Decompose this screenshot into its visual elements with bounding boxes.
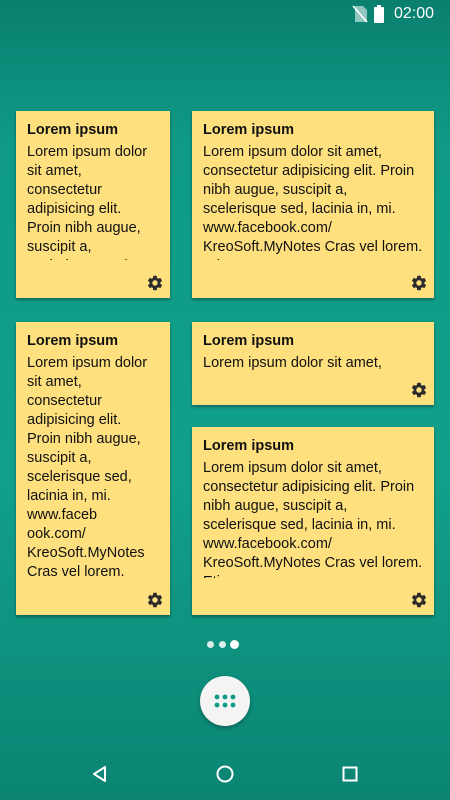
note-title: Lorem ipsum (27, 333, 119, 349)
recents-square-icon[interactable] (340, 764, 360, 784)
note-widget[interactable]: Lorem ipsum Lorem ipsum dolor sit amet, … (192, 111, 434, 298)
note-title: Lorem ipsum (203, 333, 295, 349)
page-dot (219, 641, 226, 648)
note-widget[interactable]: Lorem ipsum Lorem ipsum dolor sit amet, … (16, 322, 170, 615)
note-widget[interactable]: Lorem ipsum Lorem ipsum dolor sit amet, (192, 322, 434, 405)
gear-icon[interactable] (410, 591, 428, 609)
gear-icon[interactable] (410, 274, 428, 292)
note-title: Lorem ipsum (203, 122, 295, 138)
grid-dots-icon (214, 694, 236, 708)
note-body: Lorem ipsum dolor sit amet, consectetur … (203, 460, 423, 578)
gear-icon[interactable] (146, 274, 164, 292)
note-body: Lorem ipsum dolor sit amet, consectetur … (203, 144, 423, 260)
note-widget[interactable]: Lorem ipsum Lorem ipsum dolor sit amet, … (192, 427, 434, 615)
page-dot-active (230, 640, 239, 649)
home-circle-icon[interactable] (215, 764, 235, 784)
status-bar: 02:00 (0, 0, 450, 28)
status-time: 02:00 (394, 5, 435, 22)
note-body: Lorem ipsum dolor sit amet, consectetur … (27, 355, 148, 580)
back-triangle-icon[interactable] (90, 764, 110, 784)
note-body: Lorem ipsum dolor sit amet, consectetur … (27, 144, 148, 260)
navigation-bar (0, 748, 450, 800)
no-sim-icon (352, 5, 368, 23)
note-widget[interactable]: Lorem ipsum Lorem ipsum dolor sit amet, … (16, 111, 170, 298)
app-drawer-button[interactable] (200, 676, 250, 726)
page-dot (207, 641, 214, 648)
gear-icon[interactable] (410, 381, 428, 399)
note-title: Lorem ipsum (203, 438, 295, 454)
note-body: Lorem ipsum dolor sit amet, (203, 355, 382, 371)
battery-icon (374, 5, 384, 23)
gear-icon[interactable] (146, 591, 164, 609)
note-title: Lorem ipsum (27, 122, 119, 138)
